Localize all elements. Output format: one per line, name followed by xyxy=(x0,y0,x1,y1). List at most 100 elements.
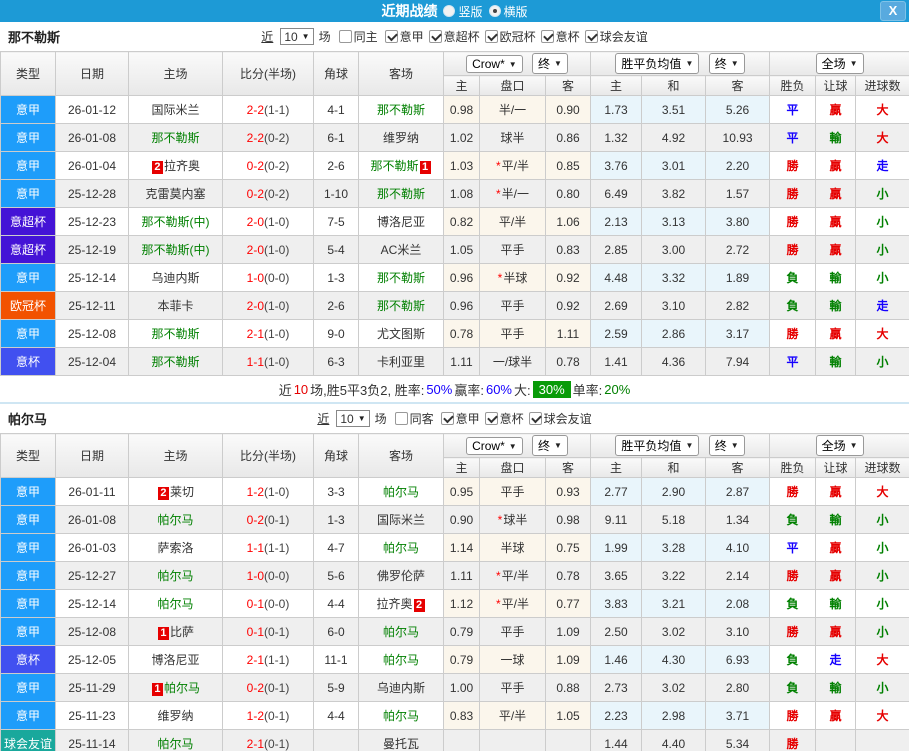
match-date: 25-11-29 xyxy=(55,673,129,702)
away-team: 博洛尼亚 xyxy=(358,207,444,236)
away-team: 卡利亚里 xyxy=(358,347,444,376)
match-score: 2-2(0-2) xyxy=(222,123,314,152)
avg-home-odds: 3.76 xyxy=(590,151,643,180)
wdl-average-dropdown[interactable]: 胜平负均值 ▼ xyxy=(615,435,700,456)
league-checkbox[interactable]: 欧冠杯 xyxy=(484,28,536,45)
avg-draw-odds: 3.28 xyxy=(641,533,707,562)
away-team: 那不勒斯 1 xyxy=(358,151,444,180)
away-odds: 1.09 xyxy=(544,645,592,674)
handicap-line: 一球 xyxy=(479,645,546,674)
halftime-score: (0-1) xyxy=(264,708,290,723)
avg-away-odds: 3.17 xyxy=(705,319,771,348)
league-type-badge: 意甲 xyxy=(0,617,56,646)
halftime-score: (0-0) xyxy=(264,270,290,285)
away-odds: 0.77 xyxy=(544,589,592,618)
avg-away-odds: 3.10 xyxy=(705,617,771,646)
result-handicap: 贏 xyxy=(815,151,857,180)
same-venue-checkbox[interactable]: 同客 xyxy=(394,410,434,427)
avg-home-odds: 1.99 xyxy=(590,533,643,562)
record-summary: 近 10 场,胜5平3负2, 胜率: 50% 赢率: 60% 大: 30% 单率: 20% xyxy=(0,376,909,402)
fulltime-score: 0-1 xyxy=(246,624,264,639)
away-team: 那不勒斯 xyxy=(358,179,444,208)
result-goals: 小 xyxy=(855,673,909,702)
titlebar: 近期战绩 竖版 横版 X xyxy=(0,0,909,22)
match-count-select[interactable]: 10 ▼ xyxy=(336,410,370,427)
match-filter: 近 10 ▼ 场 同主 意甲 意超杯 欧冠杯 意杯 球会友谊 xyxy=(261,28,648,45)
avg-draw-odds: 3.01 xyxy=(641,151,707,180)
horizontal-mode-radio[interactable]: 横版 xyxy=(488,3,528,20)
fulltime-score: 1-1 xyxy=(246,354,264,369)
match-row: 意甲 25-12-14 帕尔马 0-1(0-0) 4-4 拉齐奥 2 1.12 *平/半 0.77… xyxy=(0,589,909,618)
avg-away-odds: 3.80 xyxy=(705,207,771,236)
home-team: 1 比萨 xyxy=(128,617,223,646)
result-handicap: 輸 xyxy=(815,589,857,618)
avg-home-odds: 1.73 xyxy=(590,95,643,124)
odds-company-dropdown[interactable]: Crow* ▼ xyxy=(466,55,523,73)
league-checkbox[interactable]: 意杯 xyxy=(540,28,580,45)
fullmatch-dropdown[interactable]: 全场 ▼ xyxy=(815,435,864,456)
team-section-napoli: 那不勒斯 近 10 ▼ 场 同主 意甲 意超杯 欧冠杯 意杯 球会友谊 类型 日… xyxy=(0,22,909,402)
games-label: 场 xyxy=(374,412,387,426)
result-goals: 小 xyxy=(855,505,909,534)
avg-group-header: 胜平负均值 ▼ 终 ▼ xyxy=(590,51,771,76)
home-team: 萨索洛 xyxy=(128,533,223,562)
final-avg-dropdown[interactable]: 终 ▼ xyxy=(708,435,745,456)
result-handicap: 贏 xyxy=(815,701,857,730)
league-checkbox[interactable]: 意甲 xyxy=(384,28,424,45)
handicap-line: 平手 xyxy=(479,477,546,506)
result-wdl: 勝 xyxy=(769,179,817,208)
final-avg-dropdown[interactable]: 终 ▼ xyxy=(708,53,745,74)
match-score: 2-1(0-1) xyxy=(222,729,314,751)
league-checkbox[interactable]: 球会友谊 xyxy=(584,28,648,45)
away-team: 那不勒斯 xyxy=(358,95,444,124)
team-label: 帕尔马 xyxy=(163,681,200,695)
avg-draw-odds: 3.00 xyxy=(641,235,707,264)
team-label: 卡利亚里 xyxy=(376,355,425,369)
wdl-average-dropdown[interactable]: 胜平负均值 ▼ xyxy=(615,53,700,74)
chevron-down-icon: ▼ xyxy=(554,441,562,450)
avg-home-odds: 2.23 xyxy=(590,701,643,730)
result-goals: 大 xyxy=(855,95,909,124)
chevron-down-icon: ▼ xyxy=(508,59,517,69)
fullmatch-dropdown[interactable]: 全场 ▼ xyxy=(815,53,864,74)
same-venue-checkbox[interactable]: 同主 xyxy=(338,28,378,45)
handicap-line: 平手 xyxy=(479,319,546,348)
league-checkbox[interactable]: 球会友谊 xyxy=(528,410,592,427)
result-goals: 小 xyxy=(855,263,909,292)
record-table: 类型 日期 主场 比分(半场) 角球 客场 Crow* ▼ 终 ▼ 胜平负均值 ▼ 终… xyxy=(0,433,909,751)
league-checkbox[interactable]: 意杯 xyxy=(484,410,524,427)
home-odds: 1.05 xyxy=(443,235,480,264)
checkbox-checked-icon xyxy=(484,30,498,43)
halftime-score: (0-1) xyxy=(264,624,290,639)
corner-score: 7-5 xyxy=(313,207,359,236)
fulltime-score: 2-0 xyxy=(246,242,264,257)
vertical-mode-radio[interactable]: 竖版 xyxy=(443,3,483,20)
match-score: 1-0(0-0) xyxy=(222,263,314,292)
final-odds-dropdown[interactable]: 终 ▼ xyxy=(532,435,568,456)
result-wdl: 負 xyxy=(769,673,817,702)
fullmatch-group-header: 全场 ▼ xyxy=(769,51,909,76)
match-score: 2-0(1-0) xyxy=(222,235,314,264)
avg-home-odds: 2.59 xyxy=(590,319,643,348)
match-count-select[interactable]: 10 ▼ xyxy=(280,28,314,45)
col-header-home: 主场 xyxy=(128,51,223,96)
league-checkbox[interactable]: 意甲 xyxy=(440,410,480,427)
league-checkbox[interactable]: 意超杯 xyxy=(428,28,480,45)
changed-odds-star-icon: * xyxy=(495,159,501,173)
match-date: 25-12-14 xyxy=(55,263,129,292)
handicap-line: *半球 xyxy=(479,263,546,292)
avg-away-odds: 3.71 xyxy=(705,701,771,730)
col-subheader-handicap: 盘口 xyxy=(479,75,546,96)
away-odds: 1.05 xyxy=(544,701,592,730)
near-label[interactable]: 近 xyxy=(317,410,329,427)
fulltime-score: 0-1 xyxy=(246,596,264,611)
match-row: 意甲 26-01-04 2 拉齐奥 0-2(0-2) 2-6 那不勒斯 1 1.03 *平/半 0.… xyxy=(0,151,909,180)
col-subheader-goals: 进球数 xyxy=(855,75,909,96)
corner-score: 4-1 xyxy=(313,95,359,124)
near-label[interactable]: 近 xyxy=(261,28,273,45)
odds-company-dropdown[interactable]: Crow* ▼ xyxy=(466,437,523,455)
close-button[interactable]: X xyxy=(880,1,906,21)
final-odds-dropdown[interactable]: 终 ▼ xyxy=(532,53,568,74)
away-odds: 0.75 xyxy=(544,533,592,562)
avg-draw-odds: 2.98 xyxy=(641,701,707,730)
